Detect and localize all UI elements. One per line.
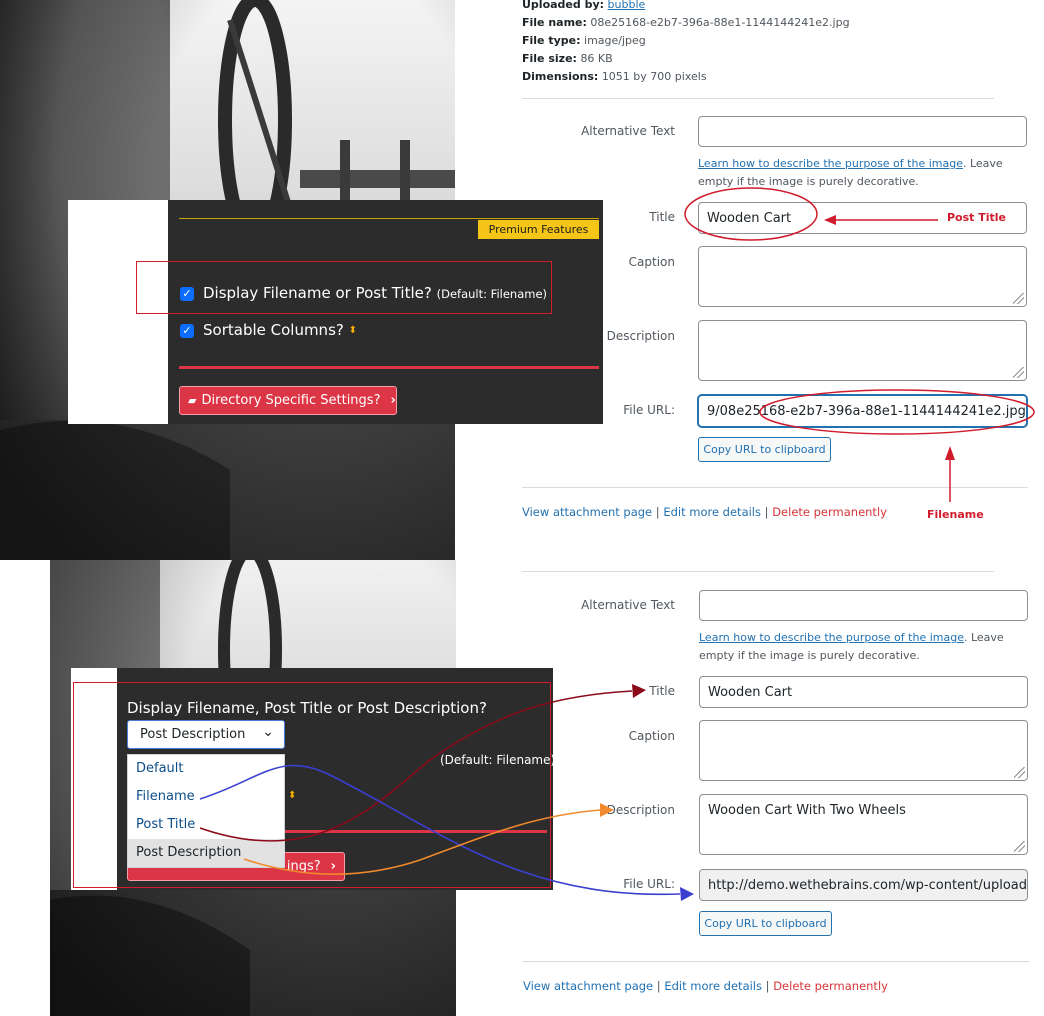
filename-highlight-ellipse: [759, 389, 1035, 435]
description-arrowhead: [600, 803, 614, 817]
mapping-arrows-overlay: [199, 684, 694, 901]
sort-icon: ⬍: [348, 325, 358, 336]
sortable-columns-option: Sortable Columns? ⬍: [203, 321, 358, 339]
display-filename-option: Display Filename or Post Title? (Default…: [203, 284, 548, 302]
post-title-arrowhead: [632, 684, 646, 698]
chevron-right-icon: ›: [390, 393, 396, 408]
post-title-annotation: Post Title: [947, 211, 1007, 224]
filename-to-url-arrow: [199, 764, 681, 896]
folder-plus-icon: ▰: [188, 394, 197, 407]
directory-settings-button[interactable]: ▰ Directory Specific Settings? ›: [179, 386, 397, 415]
checkbox-checked-icon[interactable]: ✓: [180, 324, 194, 338]
premium-divider: [179, 218, 599, 219]
description-to-description-arrow: [243, 809, 601, 875]
filename-arrowhead: [945, 446, 955, 460]
title-highlight-ellipse: [684, 187, 818, 241]
post-title-to-title-arrow: [199, 690, 633, 842]
post-title-arrowhead: [824, 215, 836, 225]
option1-default-note: (Default: Filename): [436, 287, 548, 301]
filename-arrowhead: [680, 887, 694, 901]
premium-features-badge: Premium Features: [478, 220, 599, 239]
filename-annotation: Filename: [927, 508, 984, 521]
checkbox-checked-icon[interactable]: ✓: [180, 287, 194, 301]
section-divider-top: [179, 366, 599, 369]
